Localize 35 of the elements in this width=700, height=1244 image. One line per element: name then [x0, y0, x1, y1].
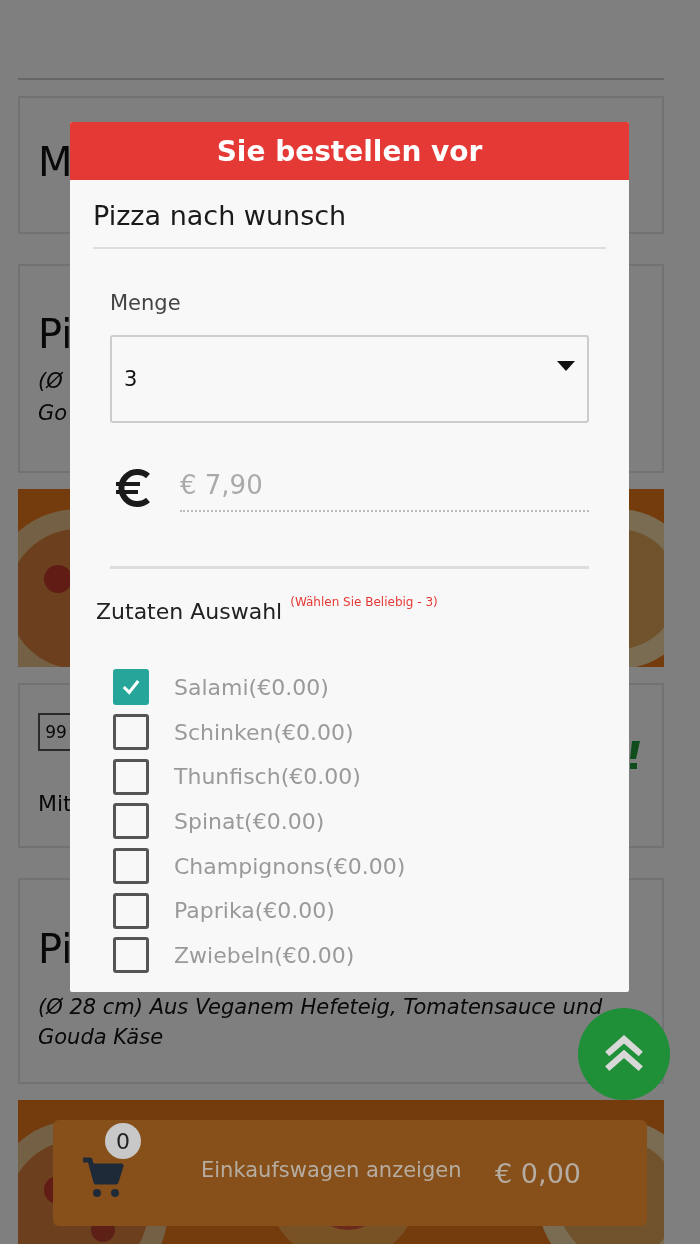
- topping-label: Salami(€0.00): [174, 674, 329, 700]
- checkbox[interactable]: [113, 937, 149, 974]
- checkbox[interactable]: [113, 803, 149, 840]
- toppings-label: Zutaten Auswahl: [96, 599, 283, 624]
- price-field: € 7,90: [180, 468, 589, 512]
- topping-label: Spinat(€0.00): [174, 808, 325, 834]
- checkbox[interactable]: [113, 892, 149, 929]
- checkbox[interactable]: [113, 714, 149, 751]
- checkbox[interactable]: [113, 758, 149, 795]
- card-description: (Ø 28 cm) Aus Veganem Hefeteig, Tomatensauce und: [38, 994, 603, 1021]
- status-icon: [628, 741, 640, 771]
- card-title: Pi: [38, 925, 73, 974]
- card-text: Mit: [38, 789, 72, 818]
- topping-label: Zwiebeln(€0.00): [174, 942, 355, 968]
- checkbox[interactable]: [113, 848, 149, 885]
- cart-bar[interactable]: 0 Einkaufswagen anzeigen € 0,00: [53, 1120, 647, 1226]
- card-description: Gouda Käse: [38, 1024, 164, 1051]
- quantity-label: Menge: [110, 291, 182, 315]
- product-title: Pizza nach wunsch: [93, 180, 606, 249]
- caret-icon: [557, 361, 575, 371]
- topping-label: Schinken(€0.00): [174, 719, 354, 745]
- checkbox[interactable]: [113, 669, 149, 706]
- selection-hint: (Wählen Sie Beliebig - 3): [290, 595, 438, 609]
- dialog-header: Sie bestellen vor: [70, 122, 629, 180]
- topping-label: Paprika(€0.00): [174, 898, 335, 924]
- card-description: Go: [38, 399, 68, 427]
- topping-label: Thunfisch(€0.00): [174, 764, 361, 790]
- cart-count-badge: 0: [105, 1123, 141, 1159]
- cart-total: € 0,00: [495, 1157, 581, 1189]
- card-title: Pi: [38, 309, 73, 359]
- topping-label: Champignons(€0.00): [174, 853, 406, 879]
- cart-label: Einkaufswagen anzeigen: [201, 1158, 463, 1182]
- quantity-select[interactable]: 3: [110, 335, 589, 423]
- card-title: M: [38, 138, 73, 187]
- card-description: (Ø: [38, 367, 63, 395]
